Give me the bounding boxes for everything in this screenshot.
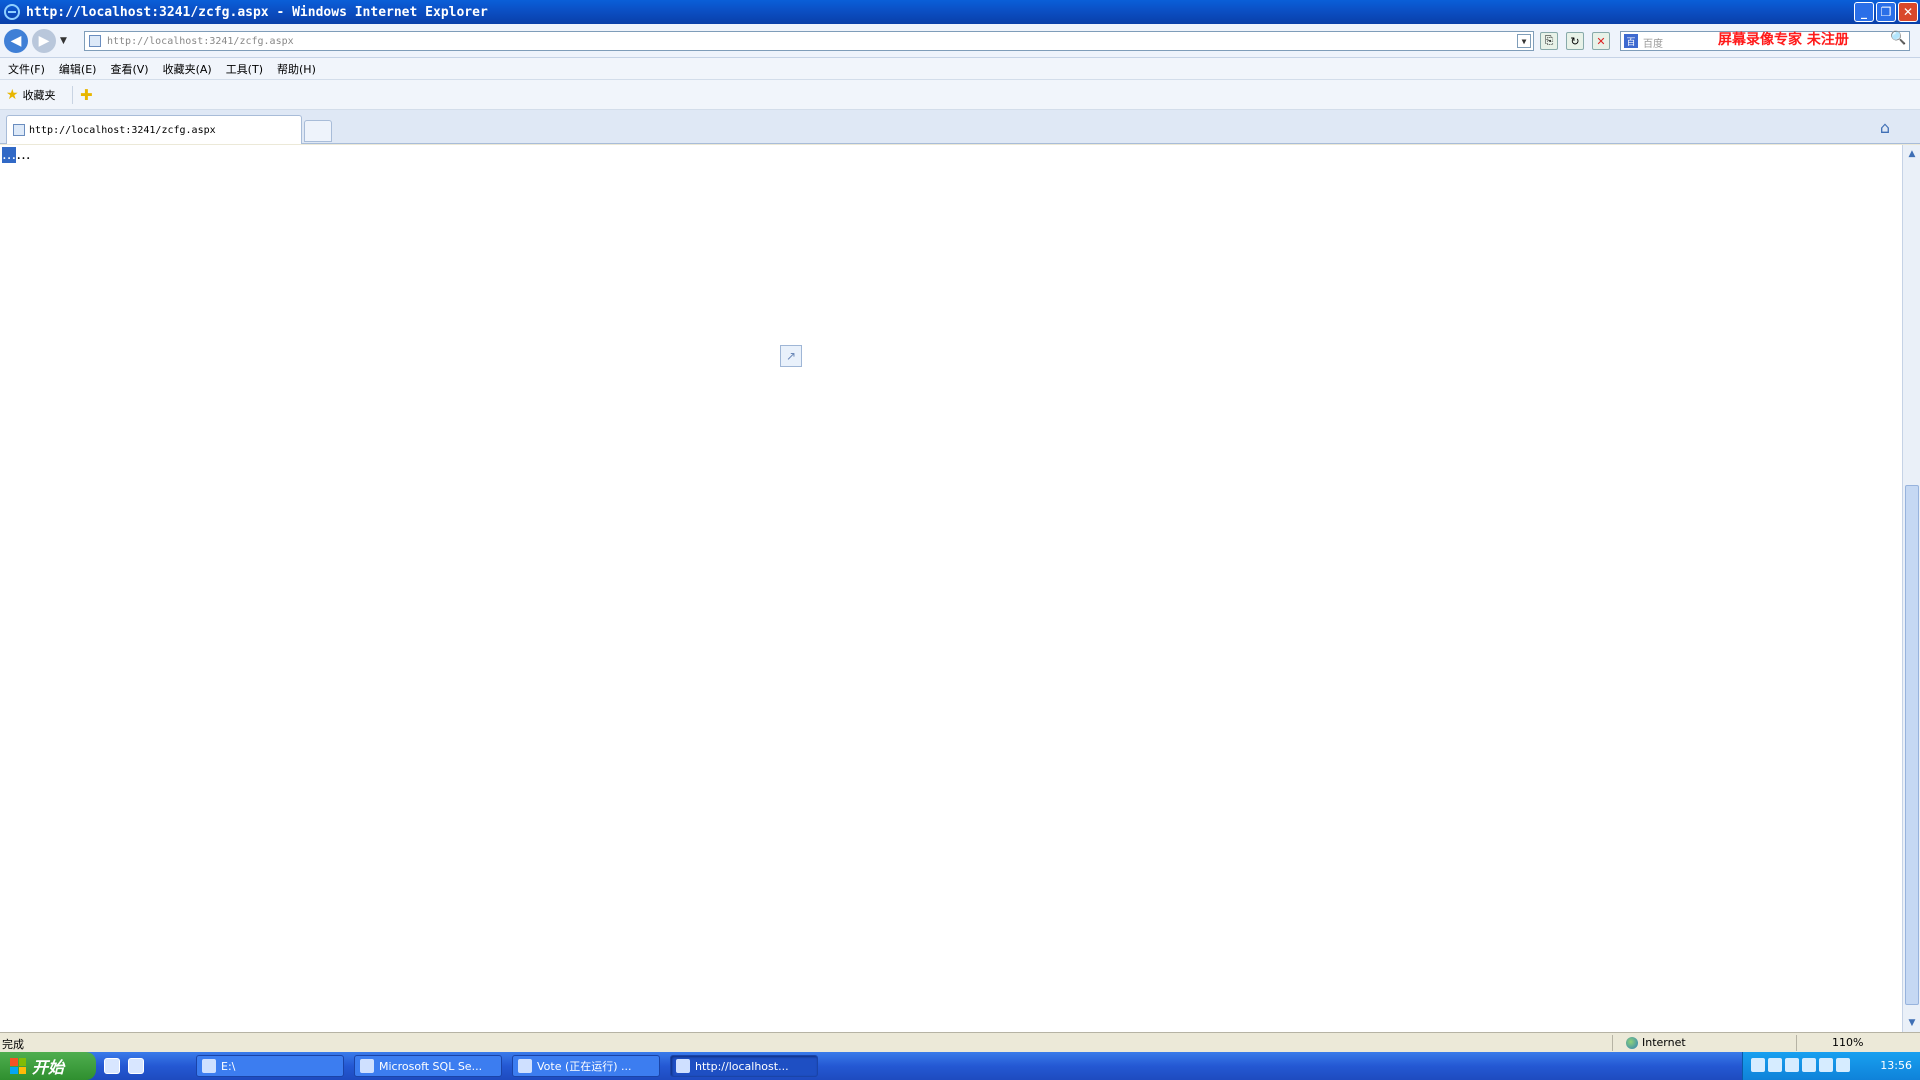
tray-icon[interactable] [1819,1058,1833,1072]
selected-text: … [2,147,17,163]
favorites-button[interactable]: ★ 收藏夹 [6,87,56,103]
task-label: Microsoft SQL Se... [379,1059,483,1073]
taskbar-item-vote[interactable]: Vote (正在运行) ... [512,1055,660,1077]
status-text: 完成 [2,1038,24,1051]
body-text: … [16,147,31,163]
scroll-thumb[interactable] [1905,485,1919,1005]
menu-view[interactable]: 查看(V) [110,61,148,77]
tray-icon[interactable] [1836,1058,1850,1072]
tray-icon[interactable] [1768,1058,1782,1072]
search-icon[interactable]: 🔍 [1890,31,1906,46]
history-dropdown-icon[interactable]: ▼ [60,36,67,46]
taskbar-item-explorer[interactable]: E:\ [196,1055,344,1077]
search-placeholder: 百度 [1643,39,1663,50]
ie-quicklaunch-icon[interactable] [128,1058,144,1074]
tray-icons [1751,1058,1850,1072]
tab-label: http://localhost:3241/zcfg.aspx [29,124,216,136]
vertical-scrollbar[interactable]: ▲ ▼ [1902,145,1920,1032]
page-content: …… ↗ [0,145,1902,1032]
taskbar: 开始 E:\ Microsoft SQL Se... Vote (正在运行) .… [0,1052,1920,1080]
tray-icon[interactable] [1751,1058,1765,1072]
desktop-icon[interactable] [104,1058,120,1074]
address-toolbar: ◀ ▶ ▼ http://localhost:3241/zcfg.aspx ▼ … [0,24,1920,58]
start-button[interactable]: 开始 [0,1052,96,1080]
add-favorite-icon[interactable]: ✚ [80,86,93,104]
start-label: 开始 [32,1058,65,1077]
tray-icon[interactable] [1785,1058,1799,1072]
page-icon [89,35,101,47]
sql-icon [360,1059,374,1073]
ie-icon [676,1059,690,1073]
search-engine-icon: 百 [1624,34,1638,48]
recorder-watermark: 屏幕录像专家 未注册 [1718,32,1849,48]
stop-icon[interactable]: ✕ [1592,32,1610,50]
favorites-bar: ★ 收藏夹 ✚ [0,80,1920,110]
menu-bar: 文件(F) 编辑(E) 查看(V) 收藏夹(A) 工具(T) 帮助(H) [0,58,1920,80]
home-icon[interactable]: ⌂ [1880,118,1890,137]
favorites-separator [72,86,73,104]
address-dropdown-icon[interactable]: ▼ [1517,34,1531,48]
task-label: http://localhost... [695,1059,789,1073]
minimize-button[interactable]: _ [1854,2,1874,22]
clock: 13:56 [1880,1059,1912,1072]
globe-icon [1626,1036,1638,1049]
new-tab-button[interactable] [304,120,332,142]
favorites-label: 收藏夹 [22,89,56,102]
security-zone[interactable]: Internet [1626,1036,1686,1049]
forward-button[interactable]: ▶ [32,29,56,53]
zone-label: Internet [1642,1036,1686,1049]
folder-icon [202,1059,216,1073]
scroll-up-icon[interactable]: ▲ [1904,146,1920,162]
back-button[interactable]: ◀ [4,29,28,53]
restore-button[interactable]: ❐ [1876,2,1896,22]
address-bar[interactable]: http://localhost:3241/zcfg.aspx ▼ [84,31,1534,51]
tab-strip: http://localhost:3241/zcfg.aspx ⌂ [0,110,1920,144]
window-controls: _ ❐ ✕ [1854,2,1918,22]
star-icon: ★ [6,87,19,103]
taskbar-item-ie[interactable]: http://localhost... [670,1055,818,1077]
tab-zcfg[interactable]: http://localhost:3241/zcfg.aspx [6,115,302,144]
scroll-down-icon[interactable]: ▼ [1904,1015,1920,1031]
regulation-text: …… [2,145,1168,167]
windows-logo-icon [10,1058,26,1074]
menu-tools[interactable]: 工具(T) [226,61,263,77]
taskbar-item-sql[interactable]: Microsoft SQL Se... [354,1055,502,1077]
compatibility-icon[interactable]: ⎘ [1540,32,1558,50]
status-bar: 完成 Internet 110% [0,1032,1920,1052]
close-button[interactable]: ✕ [1898,2,1918,22]
menu-favorites[interactable]: 收藏夹(A) [163,61,212,77]
task-label: E:\ [221,1059,236,1073]
accelerator-icon[interactable]: ↗ [780,345,802,367]
vs-icon [518,1059,532,1073]
window-title: http://localhost:3241/zcfg.aspx - Window… [26,4,488,20]
status-separator [1612,1035,1613,1051]
quick-launch [104,1058,144,1074]
zoom-level[interactable]: 110% [1832,1036,1863,1049]
address-url[interactable]: http://localhost:3241/zcfg.aspx [107,36,294,47]
ie-icon [4,4,20,20]
tray-icon[interactable] [1802,1058,1816,1072]
page-icon [13,124,25,136]
refresh-icon[interactable]: ↻ [1566,32,1584,50]
menu-file[interactable]: 文件(F) [8,61,45,77]
window-titlebar: http://localhost:3241/zcfg.aspx - Window… [0,0,1920,24]
menu-help[interactable]: 帮助(H) [277,61,316,77]
menu-edit[interactable]: 编辑(E) [59,61,97,77]
status-separator [1796,1035,1797,1051]
task-label: Vote (正在运行) ... [537,1060,632,1073]
system-tray: 13:56 [1742,1052,1920,1080]
